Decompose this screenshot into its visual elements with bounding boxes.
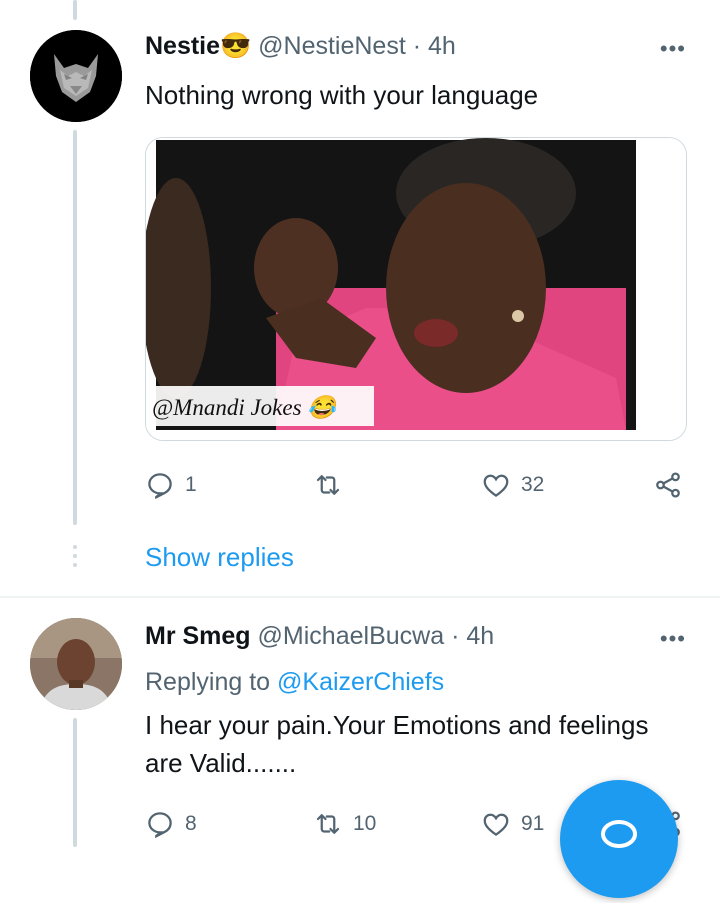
thread-line-tweet2 bbox=[73, 718, 77, 847]
handle[interactable]: @NestieNest bbox=[258, 32, 406, 60]
like-count: 32 bbox=[521, 473, 545, 496]
retweet-button[interactable]: 10 bbox=[313, 809, 376, 839]
share-icon bbox=[656, 472, 680, 498]
separator: · bbox=[412, 32, 422, 60]
media-watermark: @Mnandi Jokes 😂 bbox=[152, 395, 336, 420]
thread-dots bbox=[73, 545, 77, 572]
handle[interactable]: @MichaelBucwa bbox=[258, 622, 445, 650]
more-options-button[interactable]: ••• bbox=[660, 626, 686, 652]
replying-mention-link[interactable]: @KaizerChiefs bbox=[277, 668, 444, 696]
like-button[interactable]: 91 bbox=[481, 809, 544, 839]
tweet-header: Mr Smeg @MichaelBucwa · 4h bbox=[145, 622, 494, 651]
reply-button[interactable]: 8 bbox=[145, 809, 197, 839]
share-button[interactable] bbox=[653, 470, 683, 500]
reply-icon bbox=[148, 812, 172, 839]
display-name[interactable]: Nestie bbox=[145, 32, 220, 60]
show-replies-link[interactable]: Show replies bbox=[145, 542, 294, 573]
wolf-avatar-icon bbox=[30, 30, 122, 122]
retweet-icon bbox=[316, 475, 340, 495]
avatar[interactable] bbox=[30, 30, 122, 122]
divider bbox=[0, 596, 720, 598]
tweet-text-line: are Valid....... bbox=[145, 748, 297, 778]
timestamp[interactable]: 4h bbox=[428, 32, 456, 60]
sunglasses-emoji: 😎 bbox=[220, 32, 252, 60]
thread-line-top bbox=[73, 0, 77, 20]
tweet-text: I hear your pain.Your Emotions and feeli… bbox=[145, 706, 648, 782]
retweet-button[interactable] bbox=[313, 470, 353, 500]
thread-line-tweet1 bbox=[73, 130, 77, 525]
tweet-actions: 1 32 bbox=[145, 470, 693, 500]
tweet-header: Nestie😎 @NestieNest · 4h bbox=[145, 32, 456, 61]
retweet-icon bbox=[316, 814, 340, 834]
reply-count: 8 bbox=[185, 812, 197, 835]
like-button[interactable]: 32 bbox=[481, 470, 544, 500]
compose-icon bbox=[601, 820, 637, 848]
retweet-count: 10 bbox=[353, 812, 377, 835]
replying-to: Replying to @KaizerChiefs bbox=[145, 668, 444, 697]
compose-button[interactable] bbox=[560, 780, 678, 898]
avatar[interactable] bbox=[30, 618, 122, 710]
timestamp[interactable]: 4h bbox=[466, 622, 494, 650]
profile-photo bbox=[30, 618, 122, 710]
heart-icon bbox=[483, 813, 509, 837]
like-count: 91 bbox=[521, 812, 545, 835]
display-name[interactable]: Mr Smeg bbox=[145, 622, 251, 650]
tweet-text: Nothing wrong with your language bbox=[145, 80, 539, 110]
heart-icon bbox=[483, 474, 509, 498]
reply-count: 1 bbox=[185, 473, 197, 496]
more-options-button[interactable]: ••• bbox=[660, 36, 686, 62]
separator: · bbox=[451, 622, 460, 650]
tweet-text-line: I hear your pain.Your Emotions and feeli… bbox=[145, 710, 649, 740]
tweet-media[interactable]: @Mnandi Jokes 😂 bbox=[145, 137, 687, 441]
reply-button[interactable]: 1 bbox=[145, 470, 197, 500]
replying-prefix: Replying to bbox=[145, 668, 271, 696]
reply-icon bbox=[148, 473, 172, 500]
